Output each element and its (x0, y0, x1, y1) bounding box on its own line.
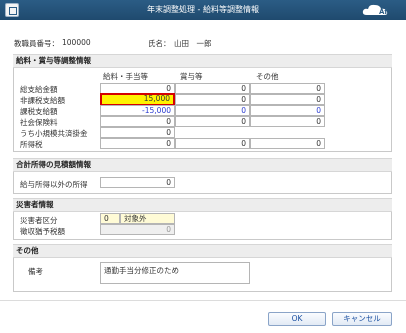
employee-no-value: 100000 (62, 38, 91, 47)
disaster-section-title: 災害者情報 (13, 198, 392, 212)
memo-label: 備考 (28, 267, 43, 276)
row-label-small-mutual-aid: うち小規模共済掛金 (20, 129, 88, 138)
nontaxable-pay-bonus-field[interactable]: 0 (175, 94, 250, 105)
row-label-other-income: 給与所得以外の所得 (20, 180, 88, 189)
window-title: 年末調整処理 - 給料等調整情報 (147, 5, 259, 14)
row-label-total-pay: 総支給金額 (20, 85, 58, 94)
taxable-pay-bonus-field: 0 (175, 105, 250, 116)
total-pay-other-field[interactable]: 0 (250, 83, 325, 94)
disaster-category-text: 対象外 (120, 213, 175, 224)
income-tax-other-field[interactable]: 0 (250, 138, 325, 149)
income-tax-salary-field[interactable]: 0 (100, 138, 175, 149)
social-insurance-other-field[interactable]: 0 (250, 116, 325, 127)
income-estimate-section-title: 合計所得の見積額情報 (13, 158, 392, 172)
other-income-field[interactable]: 0 (100, 177, 175, 188)
memo-textarea[interactable]: 通勤手当分修正のため (100, 262, 250, 284)
cancel-button[interactable]: キャンセル (332, 312, 392, 326)
column-header-other: その他 (256, 72, 279, 81)
salary-section-title: 給料・賞与等調整情報 (13, 54, 392, 68)
social-insurance-salary-field[interactable]: 0 (100, 116, 175, 127)
tax-deferral-field: 0 (100, 224, 175, 235)
name-value: 山田 一郎 (174, 39, 212, 48)
other-section-title: その他 (13, 244, 392, 258)
logo-text: Af (379, 8, 388, 16)
cloud-logo-icon: Af (361, 2, 391, 18)
row-label-taxable-pay: 課税支給額 (20, 107, 58, 116)
column-header-salary: 給料・手当等 (103, 72, 148, 81)
taxable-pay-other-field: 0 (250, 105, 325, 116)
row-label-social-insurance: 社会保険料 (20, 118, 58, 127)
disaster-category-label: 災害者区分 (20, 216, 58, 225)
disaster-category-code-field[interactable]: 0 (100, 213, 120, 224)
income-tax-bonus-field[interactable]: 0 (175, 138, 250, 149)
taxable-pay-salary-field: -15,000 (100, 105, 175, 116)
footer-divider (0, 300, 406, 301)
tax-deferral-label: 徴収猶予税額 (20, 227, 65, 236)
column-header-bonus: 賞与等 (180, 72, 203, 81)
ok-button[interactable]: OK (268, 312, 326, 326)
row-label-nontaxable-pay: 非課税支給額 (20, 96, 65, 105)
social-insurance-bonus-field[interactable]: 0 (175, 116, 250, 127)
small-mutual-aid-field[interactable]: 0 (100, 127, 175, 138)
nontaxable-pay-other-field[interactable]: 0 (250, 94, 325, 105)
row-label-income-tax: 所得税 (20, 140, 43, 149)
name-label: 氏名： (148, 39, 171, 48)
employee-no-label: 教職員番号： (14, 39, 59, 48)
total-pay-bonus-field[interactable]: 0 (175, 83, 250, 94)
